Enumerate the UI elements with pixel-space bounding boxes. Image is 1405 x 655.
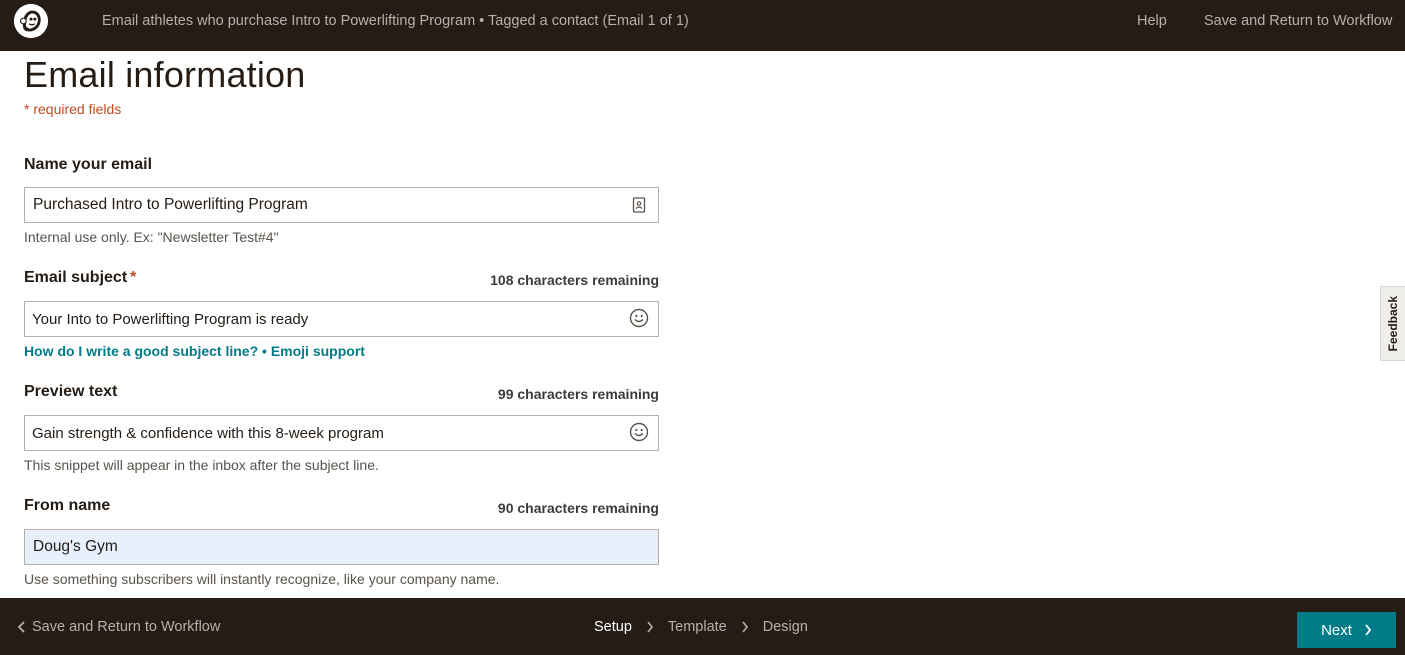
required-fields-note: * required fields xyxy=(24,101,122,117)
page-title: Email information xyxy=(24,54,306,95)
from-name-label: From name xyxy=(24,497,111,514)
next-button-label: Next xyxy=(1321,621,1352,639)
emoji-icon[interactable] xyxy=(629,308,649,328)
link-separator: • xyxy=(262,343,267,359)
email-subject-input[interactable] xyxy=(24,301,659,337)
from-name-help: Use something subscribers will instantly… xyxy=(24,571,500,587)
name-email-input[interactable] xyxy=(24,187,659,223)
back-save-return-link[interactable]: Save and Return to Workflow xyxy=(17,619,220,635)
feedback-tab[interactable]: Feedback xyxy=(1380,286,1405,361)
step-template[interactable]: Template xyxy=(668,619,727,635)
preview-text-input[interactable] xyxy=(24,415,659,451)
emoji-icon[interactable] xyxy=(629,422,649,442)
preview-text-label: Preview text xyxy=(24,383,118,400)
email-subject-label: Email subject * xyxy=(24,269,136,287)
chevron-right-icon xyxy=(646,621,654,633)
step-design[interactable]: Design xyxy=(763,619,808,635)
name-email-label: Name your email xyxy=(24,156,153,173)
subject-char-count: 108 characters remaining xyxy=(490,272,659,288)
required-star: * xyxy=(130,269,137,286)
preview-text-field: Preview text 99 characters remaining Thi… xyxy=(24,383,659,483)
next-button[interactable]: Next xyxy=(1297,612,1396,648)
step-breadcrumb: Setup Template Design xyxy=(594,619,808,635)
email-subject-label-text: Email subject xyxy=(24,269,128,286)
bottom-bar: Save and Return to Workflow Setup Templa… xyxy=(0,598,1405,655)
preview-text-help: This snippet will appear in the inbox af… xyxy=(24,457,379,473)
name-email-help: Internal use only. Ex: "Newsletter Test#… xyxy=(24,229,279,245)
from-name-input[interactable] xyxy=(24,529,659,565)
help-link[interactable]: Help xyxy=(1137,13,1167,29)
emoji-support-link[interactable]: Emoji support xyxy=(271,343,365,359)
contact-card-icon[interactable] xyxy=(629,195,649,215)
from-name-field: From name 90 characters remaining Use so… xyxy=(24,497,659,597)
step-setup[interactable]: Setup xyxy=(594,619,632,635)
subject-help-links: How do I write a good subject line? • Em… xyxy=(24,343,365,359)
chevron-left-icon xyxy=(17,621,25,633)
top-bar: Email athletes who purchase Intro to Pow… xyxy=(0,0,1405,51)
from-char-count: 90 characters remaining xyxy=(497,500,659,516)
chevron-right-icon xyxy=(741,621,749,633)
name-email-field: Name your email Internal use only. Ex: "… xyxy=(24,156,659,256)
preview-char-count: 99 characters remaining xyxy=(497,386,659,402)
chevron-right-icon xyxy=(1365,624,1372,636)
email-subject-field: Email subject * 108 characters remaining … xyxy=(24,269,659,369)
save-return-workflow-link[interactable]: Save and Return to Workflow xyxy=(1204,13,1392,29)
campaign-title: Email athletes who purchase Intro to Pow… xyxy=(102,13,689,29)
feedback-label: Feedback xyxy=(1386,295,1400,352)
back-link-label: Save and Return to Workflow xyxy=(32,619,221,635)
subject-line-help-link[interactable]: How do I write a good subject line? xyxy=(24,343,258,359)
mailchimp-logo-icon[interactable] xyxy=(12,2,50,40)
